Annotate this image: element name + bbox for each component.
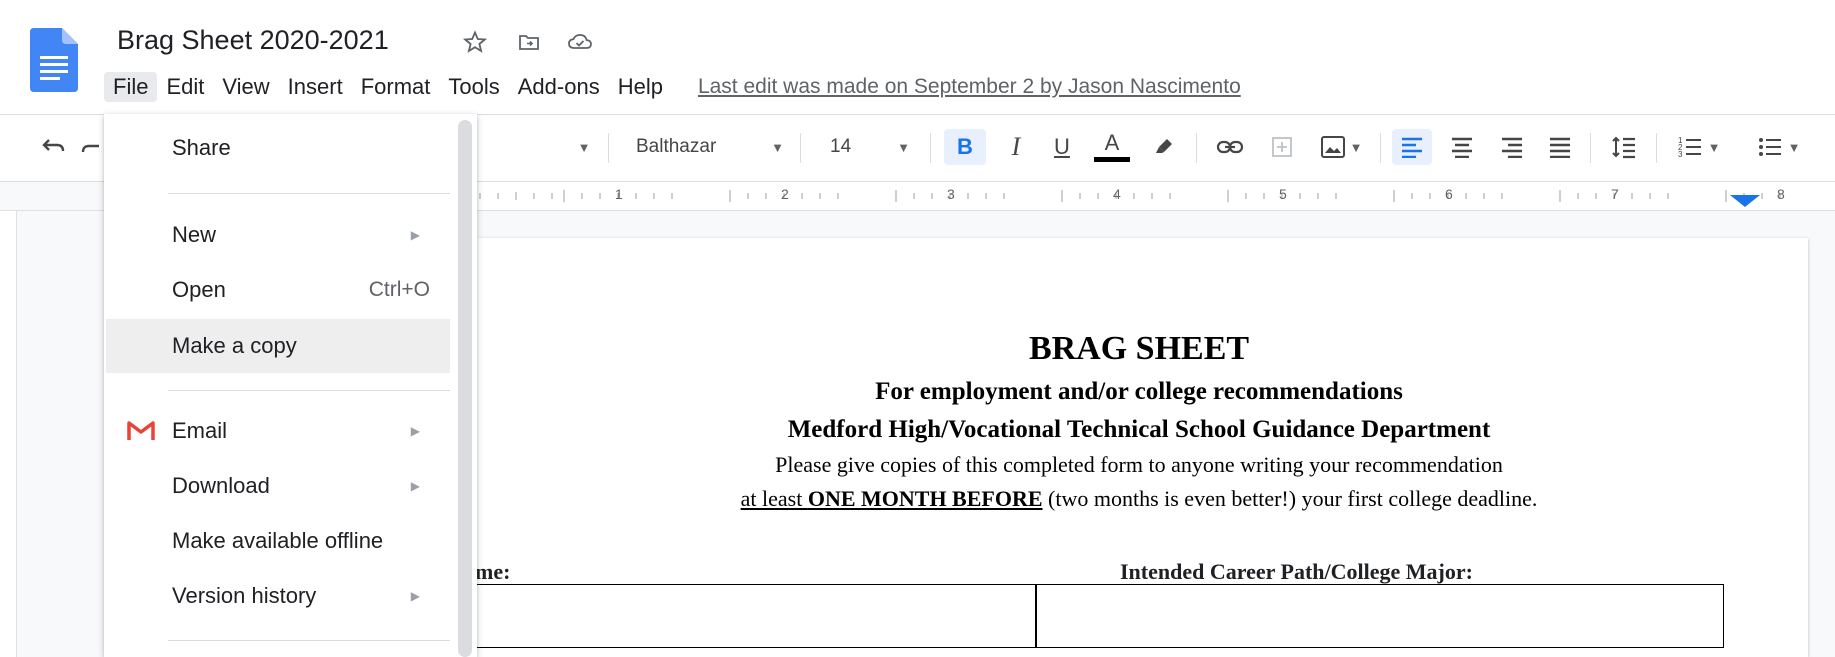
ruler-label: 6 bbox=[1445, 186, 1453, 202]
underline-button[interactable]: U bbox=[1042, 129, 1082, 165]
redo-icon[interactable] bbox=[80, 129, 102, 165]
submenu-arrow-icon: ▶ bbox=[410, 589, 420, 603]
menu-file[interactable]: File bbox=[104, 72, 158, 102]
ruler-label: 2 bbox=[781, 186, 789, 202]
file-menu-open[interactable]: Open Ctrl+O bbox=[104, 263, 450, 317]
menu-shortcut: Ctrl+O bbox=[368, 278, 430, 301]
text-color-swatch bbox=[1094, 157, 1130, 162]
menu-help[interactable]: Help bbox=[609, 72, 672, 102]
menu-item-label: Download bbox=[172, 473, 270, 498]
document-page[interactable]: BRAG SHEET For employment and/or college… bbox=[464, 238, 1808, 657]
undo-icon[interactable] bbox=[36, 129, 72, 165]
instruction-tail: (two months is even better!) your first … bbox=[1042, 486, 1538, 511]
justify-button[interactable] bbox=[1540, 129, 1580, 165]
image-icon[interactable]: ▼ bbox=[1312, 129, 1370, 165]
ruler-ticks bbox=[479, 190, 1781, 202]
document-title[interactable]: Brag Sheet 2020-2021 bbox=[117, 25, 389, 56]
link-icon[interactable] bbox=[1210, 129, 1250, 165]
menu-separator bbox=[168, 390, 450, 391]
menu-item-label: Version history bbox=[172, 583, 317, 608]
file-menu-make-copy[interactable]: Make a copy bbox=[106, 319, 450, 373]
menu-separator bbox=[168, 640, 450, 641]
instruction-emphasis: ONE MONTH BEFORE bbox=[807, 486, 1043, 511]
page-subtitle: Medford High/Vocational Technical School… bbox=[787, 416, 1491, 443]
ruler-label: 8 bbox=[1777, 186, 1785, 202]
menu-item-label: Email bbox=[172, 418, 228, 443]
menu-insert[interactable]: Insert bbox=[279, 72, 352, 102]
menu-item-label: New bbox=[172, 222, 217, 247]
submenu-arrow-icon: ▶ bbox=[410, 228, 420, 242]
file-menu: Share New ▶ Open Ctrl+O Make a copy Emai… bbox=[104, 114, 477, 657]
file-menu-version-history[interactable]: Version history ▶ bbox=[104, 569, 450, 623]
menu-item-label: Make available offline bbox=[172, 528, 384, 553]
career-field-label: Intended Career Path/College Major: bbox=[1120, 559, 1473, 584]
highlight-icon[interactable] bbox=[1144, 129, 1184, 165]
align-center-button[interactable] bbox=[1442, 129, 1482, 165]
toolbar-divider bbox=[608, 133, 609, 163]
align-right-button[interactable] bbox=[1492, 129, 1532, 165]
instruction-underlined: at least bbox=[740, 486, 808, 511]
menu-tools[interactable]: Tools bbox=[439, 72, 508, 102]
page-heading: BRAG SHEET bbox=[1028, 330, 1250, 367]
font-family-select[interactable]: Balthazar ▼ bbox=[622, 129, 792, 165]
italic-button[interactable]: I bbox=[996, 129, 1036, 165]
font-size-value: 14 bbox=[830, 136, 852, 157]
info-table[interactable] bbox=[468, 584, 1724, 648]
file-menu-share[interactable]: Share bbox=[104, 121, 450, 175]
menu-item-label: Open bbox=[172, 277, 226, 302]
vertical-ruler[interactable] bbox=[0, 211, 17, 657]
menu-scrollbar[interactable] bbox=[458, 120, 472, 657]
move-folder-icon[interactable] bbox=[514, 27, 544, 57]
file-menu-email[interactable]: Email ▶ bbox=[104, 404, 450, 458]
menu-addons[interactable]: Add-ons bbox=[509, 72, 609, 102]
toolbar-divider bbox=[800, 133, 801, 163]
menu-format[interactable]: Format bbox=[352, 72, 440, 102]
ruler-track: 1 2 3 4 5 6 7 8 bbox=[470, 182, 1835, 210]
text-color-letter: A bbox=[1104, 130, 1120, 155]
ruler-label: 4 bbox=[1113, 186, 1121, 202]
svg-text:3: 3 bbox=[1678, 150, 1683, 159]
star-icon[interactable] bbox=[460, 27, 490, 57]
docs-icon[interactable] bbox=[30, 28, 78, 92]
toolbar-divider bbox=[930, 133, 931, 163]
font-size-select[interactable]: 14 ▼ bbox=[818, 129, 918, 165]
align-left-button[interactable] bbox=[1392, 129, 1432, 165]
menu-bar: File Edit View Insert Format Tools Add-o… bbox=[104, 72, 1241, 102]
table-divider bbox=[1035, 585, 1037, 647]
file-menu-download[interactable]: Download ▶ bbox=[104, 459, 450, 513]
toolbar-divider bbox=[1380, 133, 1381, 163]
indent-marker-icon[interactable] bbox=[1730, 195, 1760, 209]
docs-header: Brag Sheet 2020-2021 File Edit View Inse… bbox=[0, 0, 1835, 115]
ruler-label: 1 bbox=[615, 186, 623, 202]
menu-separator bbox=[168, 193, 450, 194]
menu-item-label: Make a copy bbox=[172, 333, 297, 358]
instruction-text: Please give copies of this completed for… bbox=[775, 452, 1503, 477]
last-edit-link[interactable]: Last edit was made on September 2 by Jas… bbox=[698, 75, 1241, 99]
file-menu-new[interactable]: New ▶ bbox=[104, 208, 450, 262]
menu-edit[interactable]: Edit bbox=[157, 72, 213, 102]
font-family-value: Balthazar bbox=[636, 136, 717, 157]
comment-icon[interactable] bbox=[1262, 129, 1302, 165]
bold-button[interactable]: B bbox=[944, 129, 986, 165]
file-menu-offline[interactable]: Make available offline bbox=[104, 514, 450, 568]
ruler-label: 3 bbox=[947, 186, 955, 202]
cloud-status-icon[interactable] bbox=[565, 27, 595, 57]
bulleted-list-icon[interactable]: ▼ bbox=[1748, 129, 1810, 165]
submenu-arrow-icon: ▶ bbox=[410, 424, 420, 438]
submenu-arrow-icon: ▶ bbox=[410, 479, 420, 493]
toolbar-divider bbox=[1196, 133, 1197, 163]
style-dropdown-caret[interactable]: ▼ bbox=[570, 129, 598, 165]
toolbar-divider bbox=[1656, 133, 1657, 163]
page-subtitle: For employment and/or college recommenda… bbox=[875, 378, 1403, 405]
menu-view[interactable]: View bbox=[213, 72, 278, 102]
ruler-label: 7 bbox=[1611, 186, 1619, 202]
ruler-label: 5 bbox=[1279, 186, 1287, 202]
numbered-list-icon[interactable]: 123 ▼ bbox=[1668, 129, 1730, 165]
line-spacing-icon[interactable] bbox=[1604, 129, 1644, 165]
gmail-icon bbox=[127, 421, 155, 440]
instruction-text: at least ONE MONTH BEFORE (two months is… bbox=[470, 486, 1808, 512]
toolbar-divider bbox=[1590, 133, 1591, 163]
text-color-button[interactable]: A bbox=[1090, 129, 1134, 165]
menu-item-label: Share bbox=[172, 135, 231, 160]
